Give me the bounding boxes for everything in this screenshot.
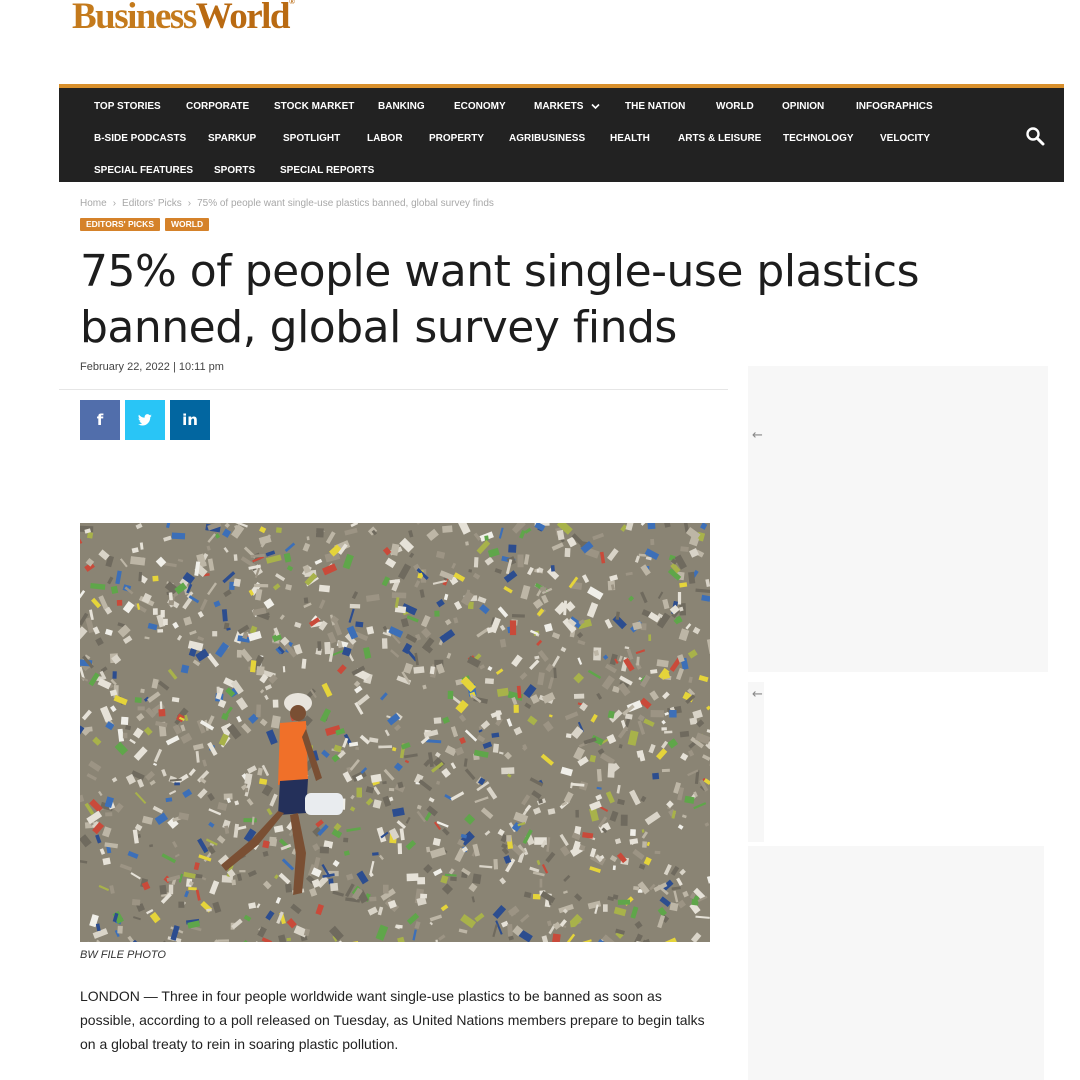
nav-item-health[interactable]: HEALTH [610, 133, 650, 145]
tag-editors-picks[interactable]: EDITORS' PICKS [80, 218, 160, 231]
nav-item-top-stories[interactable]: TOP STORIES [94, 101, 161, 113]
tag-world[interactable]: WORLD [165, 218, 210, 231]
divider [59, 389, 728, 390]
breadcrumb: Home › Editors' Picks › 75% of people want s… [80, 198, 494, 209]
sidebar-panel-bottom [748, 846, 1044, 1080]
nav-item-property[interactable]: PROPERTY [429, 133, 484, 145]
linkedin-icon: in [182, 411, 198, 429]
nav-item-markets[interactable]: MARKETS [534, 101, 600, 113]
main-nav: TOP STORIES CORPORATE STOCK MARKET BANKI… [59, 84, 1064, 182]
arrow-left-icon[interactable]: ← [752, 687, 763, 702]
search-icon[interactable] [1025, 126, 1045, 146]
sidebar-panel-strip [748, 682, 764, 842]
nav-item-stock-market[interactable]: STOCK MARKET [274, 101, 354, 113]
breadcrumb-separator: › [112, 198, 117, 209]
nav-item-world[interactable]: WORLD [716, 101, 754, 113]
chevron-down-icon [591, 103, 600, 109]
nav-item-sparkup[interactable]: SPARKUP [208, 133, 256, 145]
nav-item-opinion[interactable]: OPINION [782, 101, 824, 113]
arrow-left-icon[interactable]: ← [752, 428, 763, 443]
article-title: 75% of people want single-use plastics b… [80, 246, 920, 353]
nav-item-arts-leisure[interactable]: ARTS & LEISURE [678, 133, 761, 145]
trademark-mark: ® [288, 0, 295, 6]
facebook-share-button[interactable]: f [80, 400, 120, 440]
nav-item-b-side-podcasts[interactable]: B-SIDE PODCASTS [94, 133, 186, 145]
plastic-waste-photo [80, 523, 710, 942]
nav-item-technology[interactable]: TECHNOLOGY [783, 133, 854, 145]
nav-item-velocity[interactable]: VELOCITY [880, 133, 930, 145]
nav-item-markets-label: MARKETS [534, 101, 584, 112]
brand-logo-business: Business [72, 0, 197, 37]
nav-item-special-features[interactable]: SPECIAL FEATURES [94, 165, 193, 177]
brand-logo-world: World [195, 0, 291, 37]
article-body: LONDON — Three in four people worldwide … [80, 988, 705, 1052]
facebook-icon: f [96, 411, 104, 429]
breadcrumb-separator: › [187, 198, 192, 209]
article-date: February 22, 2022 | 10:11 pm [80, 361, 224, 373]
linkedin-share-button[interactable]: in [170, 400, 210, 440]
sidebar-panel-top [748, 366, 1048, 672]
brand-logo[interactable]: BusinessWorld® [72, 0, 295, 35]
photo-caption: BW FILE PHOTO [80, 949, 166, 961]
nav-item-corporate[interactable]: CORPORATE [186, 101, 249, 113]
nav-item-economy[interactable]: ECONOMY [454, 101, 506, 113]
breadcrumb-home[interactable]: Home [80, 198, 107, 209]
nav-item-labor[interactable]: LABOR [367, 133, 403, 145]
nav-item-spotlight[interactable]: SPOTLIGHT [283, 133, 340, 145]
nav-item-special-reports[interactable]: SPECIAL REPORTS [280, 165, 374, 177]
breadcrumb-section[interactable]: Editors' Picks [122, 198, 182, 209]
article-photo [80, 523, 710, 942]
nav-item-banking[interactable]: BANKING [378, 101, 425, 113]
nav-item-sports[interactable]: SPORTS [214, 165, 255, 177]
nav-item-the-nation[interactable]: THE NATION [625, 101, 685, 113]
twitter-share-button[interactable] [125, 400, 165, 440]
breadcrumb-current: 75% of people want single-use plastics b… [197, 198, 494, 209]
twitter-bird-icon [138, 414, 152, 426]
nav-item-infographics[interactable]: INFOGRAPHICS [856, 101, 933, 113]
nav-item-agribusiness[interactable]: AGRIBUSINESS [509, 133, 585, 145]
